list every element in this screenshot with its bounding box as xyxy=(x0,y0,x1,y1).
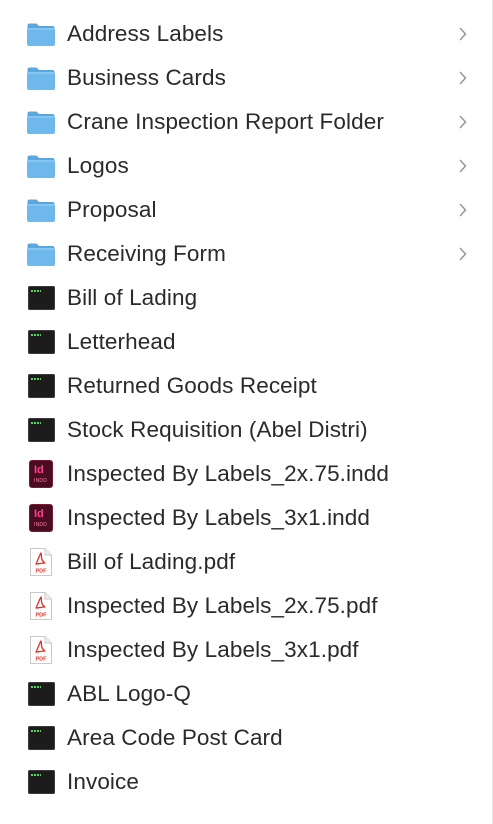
svg-text:PDF: PDF xyxy=(36,613,48,619)
chevron-right-icon[interactable] xyxy=(458,26,468,42)
folder-icon xyxy=(26,107,56,137)
chevron-right-icon[interactable] xyxy=(458,114,468,130)
executable-file-icon xyxy=(26,679,56,709)
file-row[interactable]: PDF Bill of Lading.pdf xyxy=(0,540,492,584)
file-name-label: ABL Logo-Q xyxy=(67,681,191,706)
chevron-right-icon[interactable] xyxy=(458,158,468,174)
folder-row[interactable]: Address Labels xyxy=(0,12,492,56)
file-name-label: Inspected By Labels_3x1.indd xyxy=(67,505,371,530)
file-row[interactable]: Returned Goods Receipt xyxy=(0,364,492,408)
file-row[interactable]: PDF Inspected By Labels_3x1.pdf xyxy=(0,628,492,672)
folder-row[interactable]: Logos xyxy=(0,144,492,188)
executable-file-icon xyxy=(26,723,56,753)
executable-file-icon xyxy=(26,283,56,313)
file-list: Address Labels Business Cards Crane Inspec… xyxy=(0,12,492,804)
folder-row[interactable]: Receiving Form xyxy=(0,232,492,276)
executable-file-icon xyxy=(26,327,56,357)
file-name-label: Inspected By Labels_3x1.pdf xyxy=(67,637,359,662)
file-row[interactable]: Letterhead xyxy=(0,320,492,364)
pdf-file-icon: PDF xyxy=(26,635,56,665)
file-name-label: Invoice xyxy=(67,769,139,794)
svg-text:PDF: PDF xyxy=(36,569,48,575)
file-name-label: Crane Inspection Report Folder xyxy=(67,109,384,134)
pdf-file-icon: PDF xyxy=(26,591,56,621)
folder-icon xyxy=(26,151,56,181)
file-row[interactable]: ABL Logo-Q xyxy=(0,672,492,716)
chevron-right-icon[interactable] xyxy=(458,246,468,262)
file-name-label: Bill of Lading xyxy=(67,285,198,310)
file-name-label: Inspected By Labels_2x.75.indd xyxy=(67,461,389,486)
file-name-label: Address Labels xyxy=(67,21,224,46)
folder-row[interactable]: Crane Inspection Report Folder xyxy=(0,100,492,144)
svg-text:PDF: PDF xyxy=(36,657,48,663)
file-row[interactable]: Bill of Lading xyxy=(0,276,492,320)
executable-file-icon xyxy=(26,371,56,401)
file-row[interactable]: Area Code Post Card xyxy=(0,716,492,760)
file-name-label: Stock Requisition (Abel Distri) xyxy=(67,417,368,442)
file-row[interactable]: Id INDD Inspected By Labels_3x1.indd xyxy=(0,496,492,540)
chevron-right-icon[interactable] xyxy=(458,70,468,86)
file-name-label: Letterhead xyxy=(67,329,176,354)
chevron-right-icon[interactable] xyxy=(458,202,468,218)
file-row[interactable]: Id INDD Inspected By Labels_2x.75.indd xyxy=(0,452,492,496)
file-name-label: Business Cards xyxy=(67,65,226,90)
pdf-file-icon: PDF xyxy=(26,547,56,577)
file-row[interactable]: Stock Requisition (Abel Distri) xyxy=(0,408,492,452)
executable-file-icon xyxy=(26,767,56,797)
folder-row[interactable]: Proposal xyxy=(0,188,492,232)
file-name-label: Returned Goods Receipt xyxy=(67,373,317,398)
folder-icon xyxy=(26,19,56,49)
executable-file-icon xyxy=(26,415,56,445)
file-name-label: Proposal xyxy=(67,197,157,222)
file-name-label: Logos xyxy=(67,153,129,178)
folder-row[interactable]: Business Cards xyxy=(0,56,492,100)
file-row[interactable]: PDF Inspected By Labels_2x.75.pdf xyxy=(0,584,492,628)
folder-icon xyxy=(26,239,56,269)
indesign-file-icon: Id INDD xyxy=(26,503,56,533)
indesign-file-icon: Id INDD xyxy=(26,459,56,489)
file-name-label: Bill of Lading.pdf xyxy=(67,549,236,574)
file-name-label: Inspected By Labels_2x.75.pdf xyxy=(67,593,378,618)
finder-column-pane: Address Labels Business Cards Crane Inspec… xyxy=(0,0,493,824)
file-name-label: Area Code Post Card xyxy=(67,725,283,750)
folder-icon xyxy=(26,63,56,93)
file-row[interactable]: Invoice xyxy=(0,760,492,804)
folder-icon xyxy=(26,195,56,225)
file-name-label: Receiving Form xyxy=(67,241,226,266)
